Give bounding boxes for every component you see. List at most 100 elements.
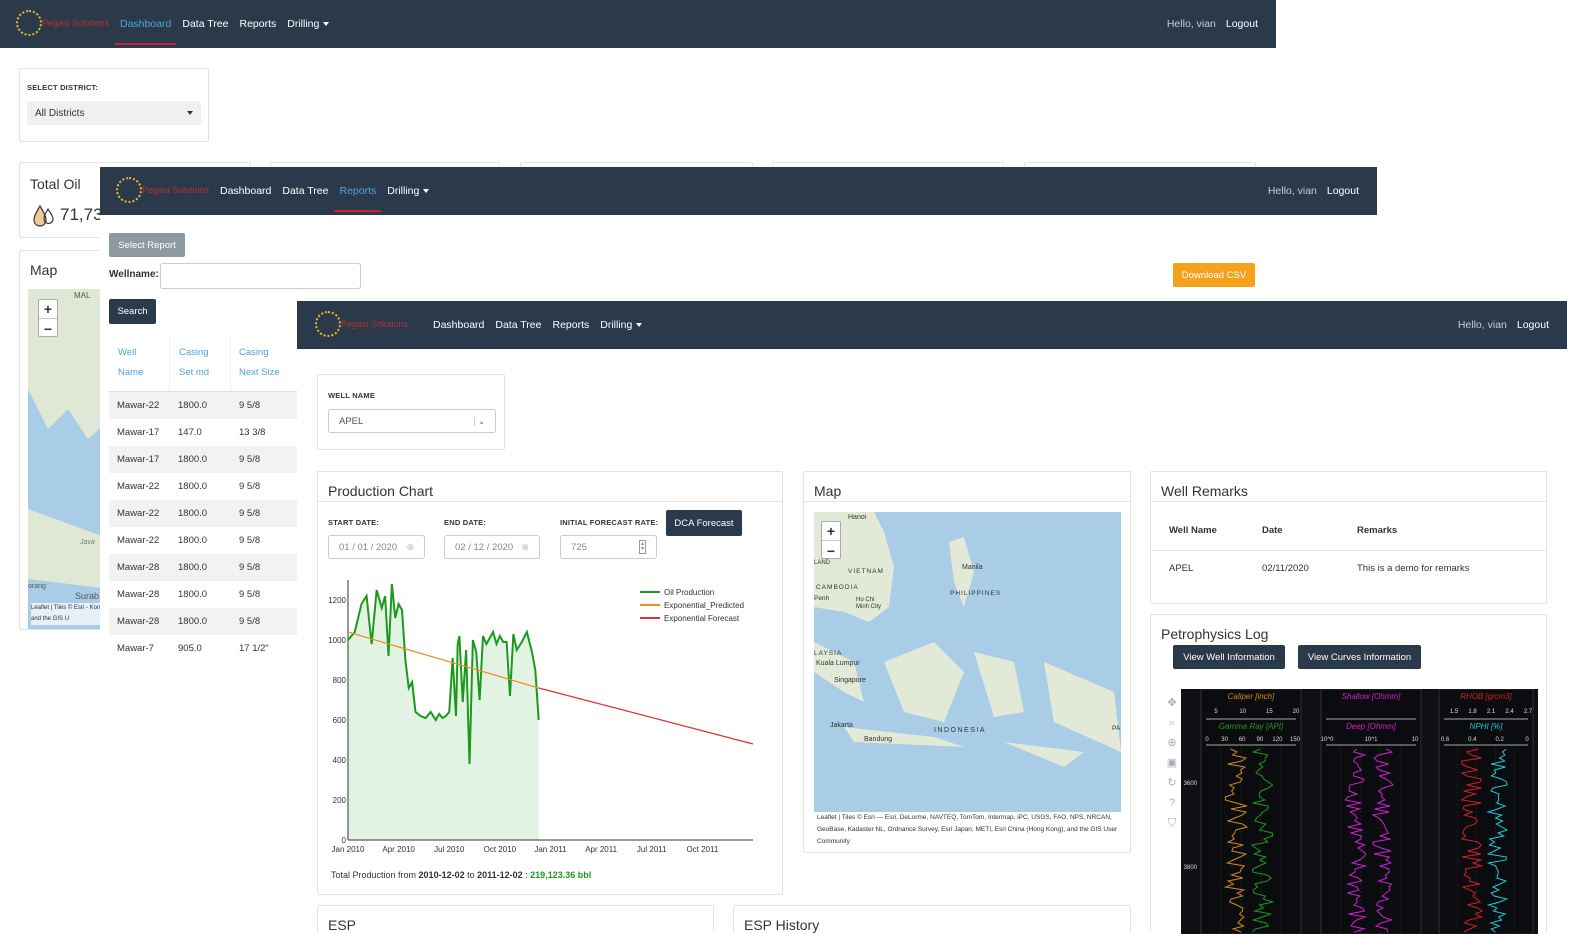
column-header-text: Set md <box>179 367 210 378</box>
total-to-word: to <box>464 870 478 880</box>
total-oil-title: Total Oil <box>30 176 81 192</box>
map-label: Java <box>80 539 95 546</box>
well-name-value: APEL <box>339 415 364 427</box>
nav-reports[interactable]: Reports <box>552 319 589 331</box>
track-subtitle: Gamma Ray [API] <box>1219 722 1284 731</box>
map-label: Jakarta <box>830 722 853 729</box>
table-cell: 905.0 <box>178 643 202 654</box>
help-icon[interactable]: ? <box>1165 793 1179 813</box>
x-tick-label: Oct 2010 <box>484 845 517 854</box>
table-cell: 17 1/2" <box>239 643 269 654</box>
column-header-text: Casing <box>179 347 209 358</box>
brand-name: Pegasi Solutions <box>42 18 110 28</box>
navbar: Pegasi Solutions Dashboard Data Tree Rep… <box>0 0 1276 48</box>
pan-icon[interactable]: ✥ <box>1165 693 1179 713</box>
well-name-select[interactable]: APEL ⌄ <box>328 409 496 433</box>
save-icon[interactable]: ▣ <box>1165 753 1179 773</box>
view-well-info-button[interactable]: View Well Information <box>1173 645 1285 669</box>
table-cell: 9 5/8 <box>231 608 297 635</box>
esp-title: ESP <box>328 917 357 933</box>
nav-drilling[interactable]: Drilling <box>600 319 643 331</box>
table-row: Mawar-28 1800.0 9 5/8 <box>109 608 297 635</box>
logout-link[interactable]: Logout <box>1517 319 1549 331</box>
zoom-icon[interactable]: ⌕ <box>1165 713 1179 733</box>
start-date-input[interactable]: 01 / 01 / 2020 ⊗ <box>328 535 425 559</box>
x-tick-label: Jan 2010 <box>332 845 365 854</box>
zoom-out-button[interactable]: − <box>822 541 840 560</box>
zoom-in-button[interactable]: + <box>822 522 840 541</box>
tick-label: 10 <box>1412 737 1419 743</box>
logo[interactable]: Pegasi Solutions <box>112 171 209 211</box>
tick-label: 0.4 <box>1468 737 1477 743</box>
column-header[interactable]: Casing Next Size <box>231 335 297 391</box>
tick-label: 0.6 <box>1441 737 1450 743</box>
district-panel: SELECT DISTRICT: All Districts <box>19 68 209 142</box>
select-report-button[interactable]: Select Report <box>109 233 185 257</box>
nav-data-tree[interactable]: Data Tree <box>495 319 541 331</box>
table-row: Mawar-28 1800.0 9 5/8 <box>109 554 297 581</box>
remarks-table: Well Name Date Remarks APEL 02/11/2020 This … <box>1151 512 1546 586</box>
tick-label: 0.2 <box>1495 737 1504 743</box>
clear-icon[interactable]: ⊗ <box>521 542 529 553</box>
box-zoom-icon[interactable]: ⊕ <box>1165 733 1179 753</box>
zoom-out-button[interactable]: − <box>39 319 57 338</box>
column-header: Date <box>1262 525 1283 537</box>
logo[interactable]: Pegasi Solutions <box>311 305 408 345</box>
wellname-input[interactable] <box>160 263 361 289</box>
logo[interactable]: Pegasi Solutions <box>12 4 109 44</box>
reset-icon[interactable]: ↻ <box>1165 773 1179 793</box>
table-cell: Mawar-17 <box>109 446 170 473</box>
dca-forecast-button[interactable]: DCA Forecast <box>666 510 742 536</box>
remarks-title: Well Remarks <box>1161 483 1248 499</box>
x-tick-label: Jul 2010 <box>434 845 465 854</box>
legend-label: Oil Production <box>664 588 714 597</box>
nav-dashboard[interactable]: Dashboard <box>433 319 484 331</box>
nav-data-tree[interactable]: Data Tree <box>182 18 228 30</box>
petrophysics-panel: Petrophysics Log View Well Information V… <box>1150 614 1547 934</box>
download-csv-button[interactable]: Download CSV <box>1173 263 1255 287</box>
logout-link[interactable]: Logout <box>1226 18 1258 30</box>
nav-reports[interactable]: Reports <box>239 18 276 30</box>
map-label: VIETNAM <box>848 568 884 575</box>
column-header[interactable]: Well Name <box>109 335 170 391</box>
total-oil-value: 71,73 <box>60 205 103 224</box>
nav-dashboard[interactable]: Dashboard <box>220 185 271 197</box>
end-date-input[interactable]: 02 / 12 / 2020 ⊗ <box>444 535 540 559</box>
esp-history-panel: ESP History <box>733 905 1131 933</box>
zoom-in-button[interactable]: + <box>39 300 57 319</box>
nav-reports[interactable]: Reports <box>334 185 381 212</box>
map-label: LAND <box>814 560 831 566</box>
nav-dashboard[interactable]: Dashboard <box>114 18 177 45</box>
y-tick-label: 0 <box>342 836 347 845</box>
district-select[interactable]: All Districts <box>27 101 201 125</box>
end-date-label: END DATE: <box>444 518 487 527</box>
table-cell: 13 3/8 <box>239 427 266 438</box>
nav-drilling[interactable]: Drilling <box>287 18 330 30</box>
greeting: Hello, vian <box>1457 319 1507 331</box>
map-label: MAL <box>74 291 91 300</box>
stepper-icon[interactable]: ▴ ▾ <box>638 540 646 554</box>
map-view[interactable]: Hanoi VIETNAM Manila CAMBODIA PHILIPPINE… <box>814 512 1121 812</box>
map-attribution: Leaflet | Tiles © Esri — Esri, DeLorme, … <box>817 814 1118 845</box>
search-button[interactable]: Search <box>109 299 156 324</box>
total-from-date: 2010-12-02 <box>418 870 465 880</box>
tick-label: 20 <box>1293 709 1300 715</box>
petrophysics-log: Caliper [inch]5 10 15 20Gamma Ray [API]0 30 6… <box>1181 689 1538 934</box>
column-header[interactable]: Casing Set md <box>170 335 231 391</box>
tick-label: 10 <box>1239 709 1246 715</box>
series-line <box>538 687 754 745</box>
column-header-text: Name <box>118 367 144 378</box>
start-date-label: START DATE: <box>328 518 380 527</box>
nav-data-tree[interactable]: Data Tree <box>282 185 328 197</box>
map-label: PA <box>1112 725 1121 732</box>
map-view[interactable]: MAL Surab orang Java + − Leaflet | Tiles … <box>28 289 110 629</box>
logout-link[interactable]: Logout <box>1327 185 1359 197</box>
table-cell: Mawar-28 <box>109 608 170 635</box>
clear-icon[interactable]: ⊗ <box>406 542 414 553</box>
shield-icon[interactable]: ⛉ <box>1165 813 1179 833</box>
view-curves-info-button[interactable]: View Curves Information <box>1298 645 1421 669</box>
forecast-rate-input[interactable]: 725 ▴ ▾ <box>560 535 657 559</box>
nav-drilling[interactable]: Drilling <box>387 185 430 197</box>
map-title: Map <box>814 483 842 499</box>
tick-label: 60 <box>1239 737 1246 743</box>
